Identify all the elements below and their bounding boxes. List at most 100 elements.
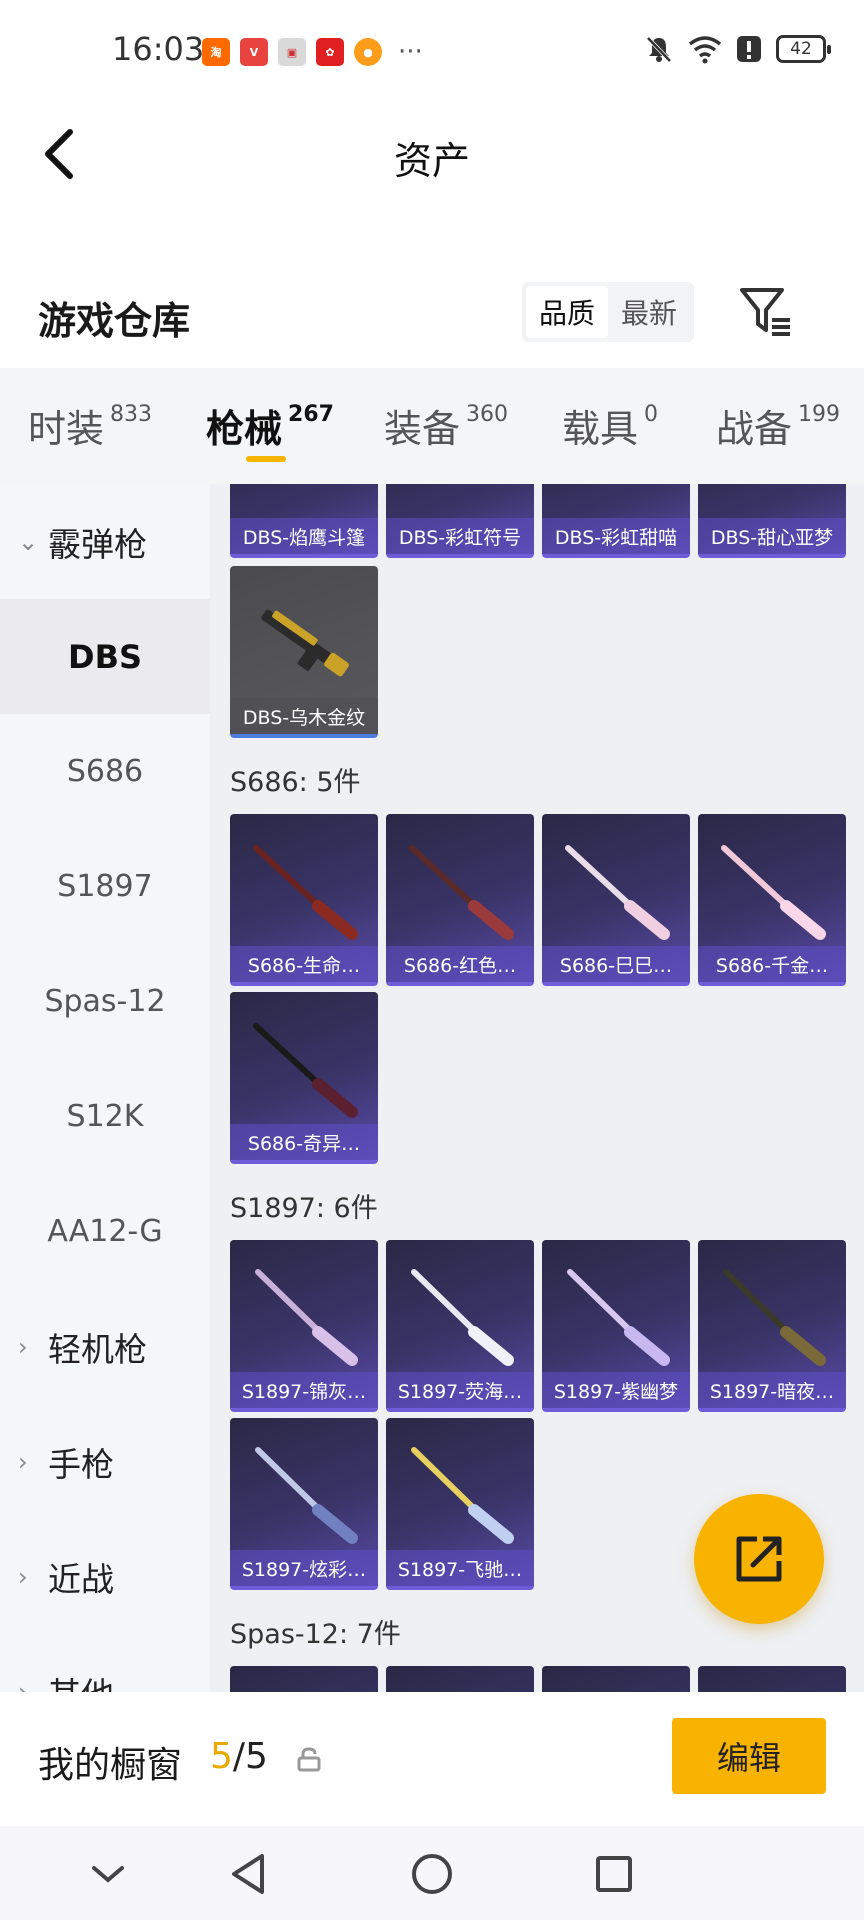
warehouse-bar: 游戏仓库 品质 最新 bbox=[0, 260, 864, 364]
item-name: S1897-炫彩… bbox=[230, 1550, 378, 1586]
tab-count: 833 bbox=[110, 402, 153, 427]
nav-back-button[interactable] bbox=[220, 1846, 276, 1902]
weapon-sidebar: ⌄ 霰弹枪 DBS S686 S1897 Spas-12 S12K AA12-G … bbox=[0, 484, 210, 1692]
shotgun-icon bbox=[253, 845, 358, 940]
sidebar-item-s686[interactable]: S686 bbox=[0, 714, 210, 829]
item-name: DBS-乌木金纹 bbox=[230, 698, 378, 734]
vmall-icon: V bbox=[240, 38, 268, 66]
tab-count: 0 bbox=[644, 402, 659, 427]
item-name: DBS-焰鹰斗篷 bbox=[230, 518, 378, 554]
sidebar-item-s12k[interactable]: S12K bbox=[0, 1059, 210, 1174]
share-icon bbox=[736, 1536, 782, 1582]
showcase-label: 我的橱窗 bbox=[38, 1745, 183, 1786]
chevron-right-icon: › bbox=[18, 1332, 28, 1361]
item-card[interactable]: S1897-暗夜… bbox=[698, 1240, 846, 1412]
sidebar-item-dbs[interactable]: DBS bbox=[0, 599, 210, 714]
item-card[interactable]: S686-巳巳… bbox=[542, 814, 690, 986]
nav-home-button[interactable] bbox=[404, 1846, 460, 1902]
item-card[interactable]: S686-千金… bbox=[698, 814, 846, 986]
sidebar-item-other[interactable]: › 其他 bbox=[0, 1634, 210, 1693]
shotgun-icon bbox=[723, 1269, 826, 1366]
tab-equipment[interactable]: 装备 360 bbox=[384, 398, 508, 453]
item-card[interactable]: S1897-紫幽梦 bbox=[542, 1240, 690, 1412]
chevron-down-icon bbox=[92, 1866, 124, 1883]
item-name: S1897-飞驰… bbox=[386, 1550, 534, 1586]
sidebar-item-label: S686 bbox=[66, 754, 144, 789]
sidebar-item-label: 霰弹枪 bbox=[48, 524, 147, 564]
nav-hide-button[interactable] bbox=[80, 1846, 136, 1902]
tab-firearms[interactable]: 枪械 267 bbox=[206, 398, 334, 453]
tab-count: 267 bbox=[288, 402, 334, 427]
sidebar-item-lmg[interactable]: › 轻机枪 bbox=[0, 1289, 210, 1404]
item-card[interactable] bbox=[230, 1666, 378, 1692]
item-card[interactable]: DBS-焰鹰斗篷 bbox=[230, 484, 378, 558]
sidebar-item-label: AA12-G bbox=[47, 1214, 163, 1249]
item-name: DBS-彩虹符号 bbox=[386, 518, 534, 554]
item-card[interactable]: DBS-乌木金纹 bbox=[230, 566, 378, 738]
sidebar-item-label: 轻机枪 bbox=[48, 1329, 147, 1369]
cat-icon: ● bbox=[354, 38, 382, 66]
shotgun-icon bbox=[261, 609, 349, 677]
sidebar-item-spas12[interactable]: Spas-12 bbox=[0, 944, 210, 1059]
sidebar-item-shotgun[interactable]: ⌄ 霰弹枪 bbox=[0, 484, 210, 599]
tab-fashion[interactable]: 时装 833 bbox=[28, 398, 152, 453]
sidebar-item-label: 近战 bbox=[48, 1559, 114, 1599]
shotgun-icon bbox=[721, 845, 826, 940]
shotgun-icon bbox=[409, 845, 514, 940]
item-card[interactable] bbox=[542, 1666, 690, 1692]
tab-vehicles[interactable]: 载具 0 bbox=[562, 398, 658, 453]
item-name: S1897-暗夜… bbox=[698, 1372, 846, 1408]
shotgun-icon bbox=[411, 1269, 514, 1366]
sidebar-item-aa12g[interactable]: AA12-G bbox=[0, 1174, 210, 1289]
chevron-right-icon: › bbox=[18, 1447, 28, 1476]
tab-gear[interactable]: 战备 199 bbox=[716, 398, 840, 453]
item-card[interactable]: DBS-彩虹甜喵 bbox=[542, 484, 690, 558]
item-card[interactable]: S1897-锦灰… bbox=[230, 1240, 378, 1412]
chevron-down-icon: ⌄ bbox=[18, 527, 39, 556]
showcase-count-sep: / bbox=[232, 1736, 246, 1777]
item-name: S1897-锦灰… bbox=[230, 1372, 378, 1408]
item-card[interactable]: DBS-彩虹符号 bbox=[386, 484, 534, 558]
sidebar-item-label: 其他 bbox=[48, 1668, 114, 1693]
item-name: S686-红色… bbox=[386, 946, 534, 982]
box-icon: ▣ bbox=[278, 38, 306, 66]
edit-button[interactable]: 编辑 bbox=[672, 1718, 826, 1794]
item-card[interactable]: S686-生命… bbox=[230, 814, 378, 986]
nav-recent-button[interactable] bbox=[586, 1846, 642, 1902]
page-title: 资产 bbox=[393, 139, 470, 183]
section-title: S686: 5件 bbox=[230, 767, 361, 798]
lock-icon bbox=[297, 1747, 321, 1772]
sort-newest-button[interactable]: 最新 bbox=[608, 286, 690, 338]
filter-button[interactable] bbox=[738, 284, 794, 340]
triangle-back-icon bbox=[232, 1854, 264, 1894]
shotgun-icon bbox=[565, 845, 670, 940]
item-card[interactable]: DBS-甜心亚梦 bbox=[698, 484, 846, 558]
sidebar-item-melee[interactable]: › 近战 bbox=[0, 1519, 210, 1634]
item-card[interactable]: S1897-炫彩… bbox=[230, 1418, 378, 1590]
top-header: 资产 bbox=[0, 104, 864, 204]
sort-quality-button[interactable]: 品质 bbox=[526, 286, 608, 338]
item-card[interactable] bbox=[386, 1666, 534, 1692]
status-indicators: 42 bbox=[644, 34, 831, 64]
sidebar-item-label: S1897 bbox=[57, 869, 153, 904]
showcase-count-total: 5 bbox=[245, 1736, 268, 1777]
share-button[interactable] bbox=[694, 1494, 824, 1624]
item-card[interactable]: S1897-荧海… bbox=[386, 1240, 534, 1412]
item-card[interactable]: S1897-飞驰… bbox=[386, 1418, 534, 1590]
item-name: DBS-甜心亚梦 bbox=[698, 518, 846, 554]
item-card[interactable] bbox=[698, 1666, 846, 1692]
shotgun-icon bbox=[255, 1269, 358, 1366]
item-card[interactable]: S686-红色… bbox=[386, 814, 534, 986]
status-app-icons: 淘 V ▣ ✿ ● ··· bbox=[202, 38, 423, 66]
sidebar-item-s1897[interactable]: S1897 bbox=[0, 829, 210, 944]
item-card[interactable]: S686-奇异… bbox=[230, 992, 378, 1164]
tab-label: 载具 bbox=[562, 407, 639, 451]
item-name: DBS-彩虹甜喵 bbox=[542, 518, 690, 554]
status-bar: 16:03 淘 V ▣ ✿ ● ··· 42 bbox=[0, 0, 864, 104]
sidebar-item-pistol[interactable]: › 手枪 bbox=[0, 1404, 210, 1519]
chevron-right-icon: › bbox=[18, 1677, 28, 1693]
category-tabs: 时装 833 枪械 267 装备 360 载具 0 战备 199 bbox=[0, 368, 864, 484]
shotgun-icon bbox=[255, 1447, 358, 1544]
taobao-icon: 淘 bbox=[202, 38, 230, 66]
battery-icon: 42 bbox=[776, 35, 831, 63]
